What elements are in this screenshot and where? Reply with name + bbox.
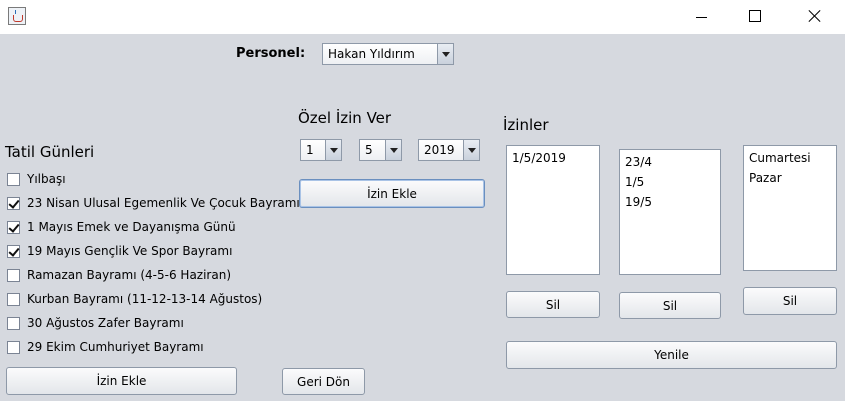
holiday-checkbox[interactable] [7, 221, 20, 234]
list-item[interactable]: 23/4 [625, 152, 720, 172]
holiday-checkbox[interactable] [7, 197, 20, 210]
title-bar [0, 0, 845, 34]
izinler-heading: İzinler [503, 116, 549, 134]
close-button[interactable] [791, 0, 837, 32]
day-select[interactable]: 1 [300, 139, 342, 161]
sil-button-2[interactable]: Sil [619, 292, 721, 319]
list-item[interactable]: Cumartesi [749, 148, 836, 168]
yenile-button[interactable]: Yenile [506, 341, 837, 369]
holiday-checkbox[interactable] [7, 341, 20, 354]
year-select-value: 2019 [424, 143, 455, 157]
month-select[interactable]: 5 [359, 139, 402, 161]
personel-select-value: Hakan Yıldırım [328, 47, 415, 61]
sil-button-3[interactable]: Sil [743, 287, 837, 315]
tatil-izin-ekle-button[interactable]: İzin Ekle [6, 367, 237, 395]
holiday-checkbox[interactable] [7, 269, 20, 282]
holiday-label: Ramazan Bayramı (4-5-6 Haziran) [27, 268, 231, 282]
tatil-gunleri-heading: Tatil Günleri [5, 143, 95, 161]
personel-label: Personel: [236, 46, 306, 61]
holiday-checkbox[interactable] [7, 293, 20, 306]
close-icon [807, 9, 821, 23]
izin-list-weekend[interactable]: Cumartesi Pazar [743, 145, 837, 271]
holiday-label: 19 Mayıs Gençlik Ve Spor Bayramı [27, 244, 233, 258]
personel-select[interactable]: Hakan Yıldırım [322, 43, 454, 65]
maximize-icon [749, 10, 761, 22]
month-select-value: 5 [365, 143, 373, 157]
holiday-label: 23 Nisan Ulusal Egemenlik Ve Çocuk Bayra… [27, 196, 300, 210]
minimize-icon [695, 16, 707, 18]
holiday-label: Kurban Bayramı (11-12-13-14 Ağustos) [27, 292, 263, 306]
chevron-down-icon[interactable] [437, 44, 453, 64]
holiday-label: 29 Ekim Cumhuriyet Bayramı [27, 340, 204, 354]
day-select-value: 1 [306, 143, 314, 157]
holiday-checkbox[interactable] [7, 317, 20, 330]
list-item[interactable]: 19/5 [625, 192, 720, 212]
chevron-down-icon[interactable] [463, 140, 479, 160]
geri-don-button[interactable]: Geri Dön [282, 368, 365, 395]
holiday-checkbox[interactable] [7, 173, 20, 186]
izin-list-dates[interactable]: 1/5/2019 [506, 145, 600, 275]
chevron-down-icon[interactable] [385, 140, 401, 160]
sil-button-1[interactable]: Sil [506, 291, 600, 318]
minimize-button[interactable] [678, 0, 724, 32]
java-cup-icon [8, 7, 26, 25]
holiday-label: 1 Mayıs Emek ve Dayanışma Günü [27, 220, 236, 234]
maximize-button[interactable] [732, 0, 778, 32]
chevron-down-icon[interactable] [325, 140, 341, 160]
list-item[interactable]: 1/5 [625, 172, 720, 192]
list-item[interactable]: Pazar [749, 168, 836, 188]
izin-list-holidays[interactable]: 23/4 1/5 19/5 [619, 149, 721, 275]
holiday-label: 30 Ağustos Zafer Bayramı [27, 316, 184, 330]
list-item[interactable]: 1/5/2019 [512, 148, 599, 168]
holiday-label: Yılbaşı [27, 172, 66, 186]
ozel-izin-ekle-button[interactable]: İzin Ekle [299, 179, 485, 208]
holiday-checkbox[interactable] [7, 245, 20, 258]
year-select[interactable]: 2019 [418, 139, 480, 161]
ozel-izin-heading: Özel İzin Ver [298, 109, 392, 127]
